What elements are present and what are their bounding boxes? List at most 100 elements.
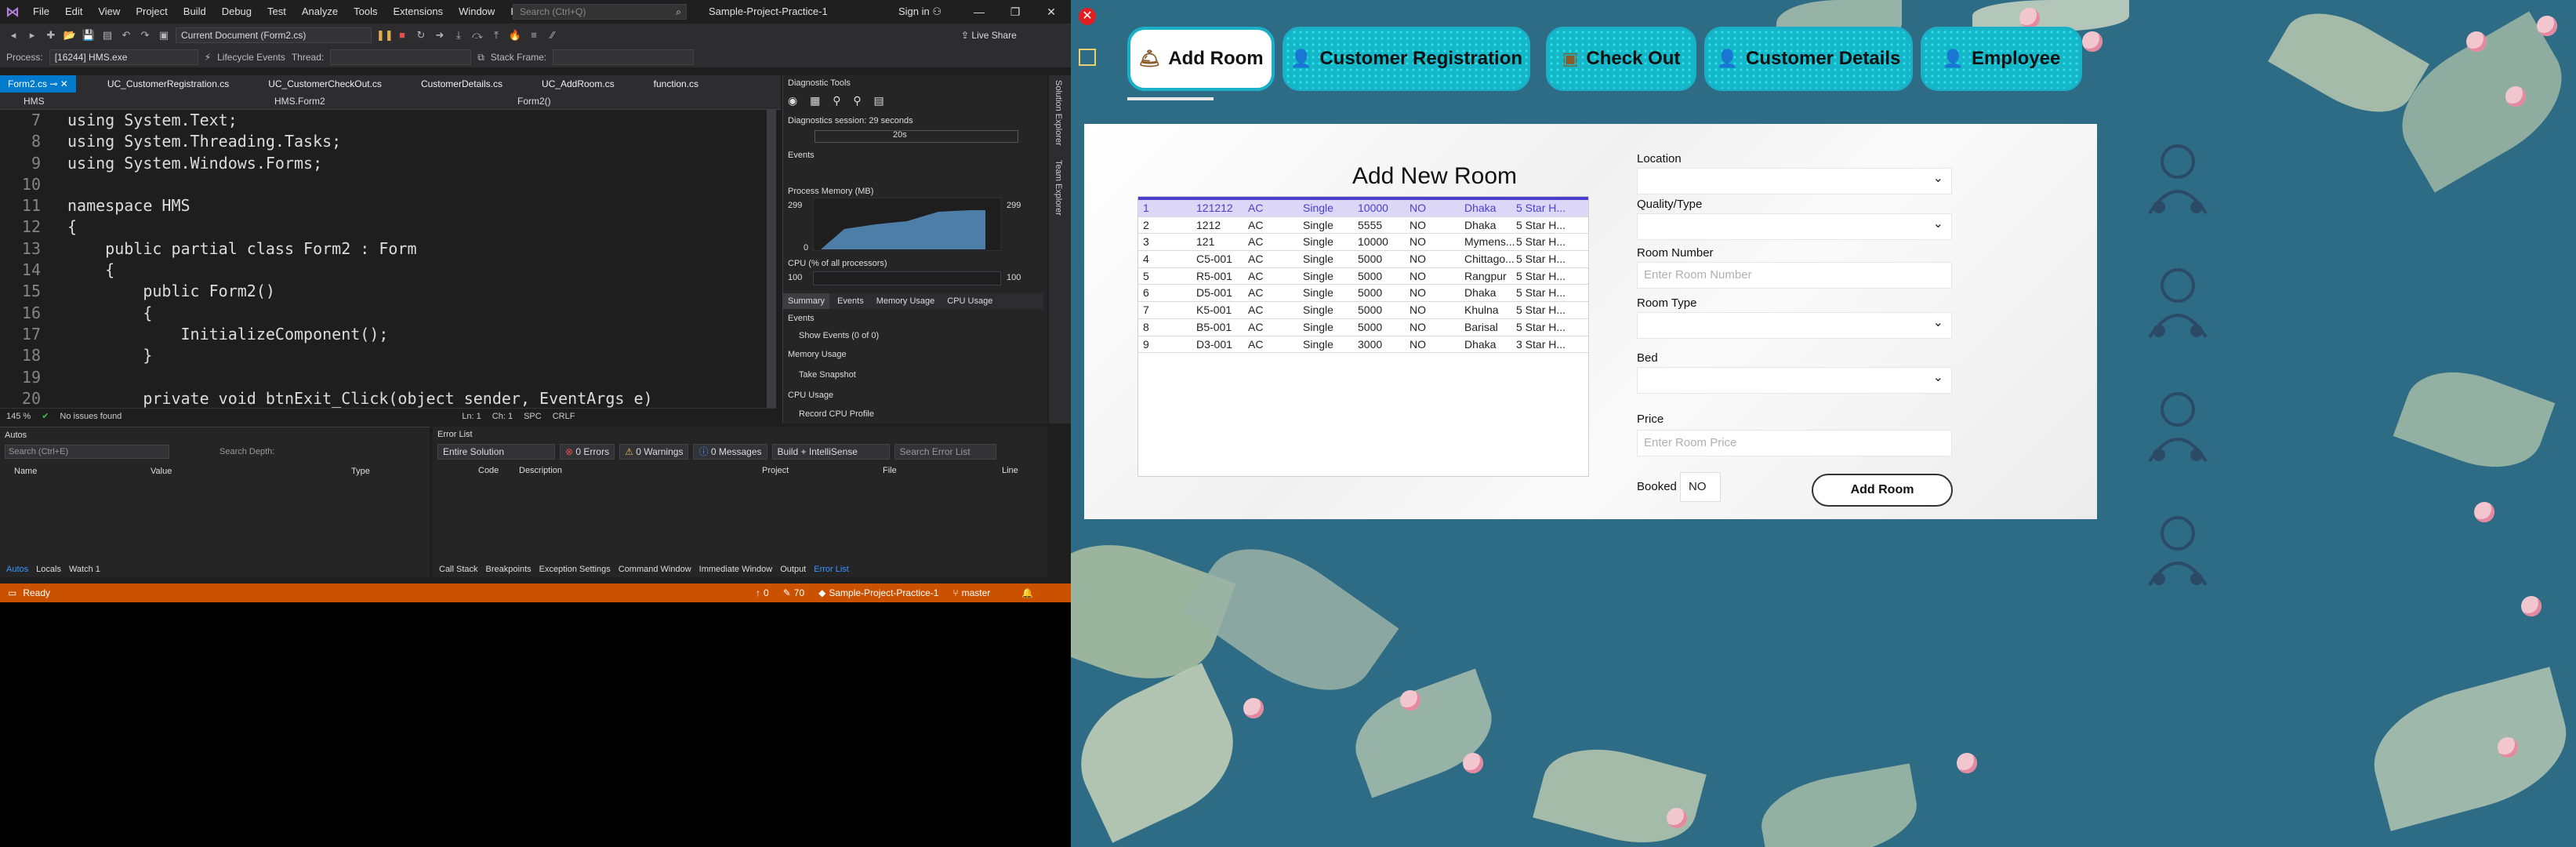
lifecycle-label[interactable]: Lifecycle Events [217, 52, 285, 63]
member-dropdown[interactable]: Form2() [494, 93, 745, 109]
price-input[interactable]: Enter Room Price [1637, 430, 1952, 456]
menu-project[interactable]: Project [128, 0, 175, 24]
arrow-up-icon[interactable]: ↑ [756, 587, 760, 598]
room-number-input[interactable]: Enter Room Number [1637, 262, 1952, 289]
menu-view[interactable]: View [90, 0, 128, 24]
close-icon[interactable]: ✕ [1033, 0, 1069, 24]
code-line[interactable]: 17 InitializeComponent(); [0, 324, 776, 345]
take-snapshot-button[interactable]: Take Snapshot [799, 370, 856, 380]
autos-search[interactable]: Search (Ctrl+E) [5, 445, 169, 459]
format-icon[interactable]: ≡ [527, 28, 541, 42]
team-explorer-tab[interactable]: Team Explorer [1054, 160, 1063, 216]
tab-watch1[interactable]: Watch 1 [69, 565, 100, 574]
code-line[interactable]: 7 using System.Text; [0, 110, 776, 131]
code-line[interactable]: 8 using System.Threading.Tasks; [0, 131, 776, 152]
step-out-icon[interactable]: ⤒ [489, 28, 503, 42]
room-type-dropdown[interactable] [1637, 312, 1952, 339]
zoom-level[interactable]: 145 % [6, 412, 31, 421]
rooms-grid[interactable]: 1 121212 AC Single 10000 NO Dhaka 5 Star H... 2 1… [1137, 196, 1589, 477]
tab-immediate-window[interactable]: Immediate Window [699, 565, 773, 574]
app-close-button[interactable]: ✕ [1079, 8, 1096, 25]
table-row[interactable]: 9 D3-001 AC Single 3000 NO Dhaka 3 Star H... [1138, 336, 1588, 354]
pause-icon[interactable]: ❚❚ [376, 28, 394, 42]
table-row[interactable]: 7 K5-001 AC Single 5000 NO Khulna 5 Star H... [1138, 302, 1588, 319]
tab-uc-customer-registration[interactable]: UC_CustomerRegistration.cs [76, 75, 237, 93]
project-dropdown[interactable]: HMS [0, 93, 251, 109]
code-line[interactable]: 15 public Form2() [0, 281, 776, 302]
tab-events[interactable]: Events [833, 293, 869, 309]
tab-uc-add-room[interactable]: UC_AddRoom.cs [510, 75, 622, 93]
menu-test[interactable]: Test [259, 0, 294, 24]
nav-check-out[interactable]: ▣ Check Out [1546, 27, 1696, 91]
code-line[interactable]: 19 [0, 367, 776, 388]
undo-icon[interactable]: ↶ [119, 28, 133, 42]
new-project-icon[interactable]: ✚ [44, 28, 58, 42]
solution-explorer-tab[interactable]: Solution Explorer [1054, 80, 1063, 146]
thread-dropdown[interactable] [330, 49, 472, 65]
menu-toggle-icon[interactable] [1079, 49, 1096, 66]
branch-icon[interactable]: ⑂ [952, 587, 958, 598]
nav-customer-details[interactable]: 👤 Customer Details [1704, 27, 1913, 91]
tab-error-list[interactable]: Error List [814, 565, 849, 574]
table-row[interactable]: 3 121 AC Single 10000 NO Mymens... 5 Star H... [1138, 234, 1588, 252]
editor-scrollbar[interactable] [767, 110, 776, 408]
table-row[interactable]: 5 R5-001 AC Single 5000 NO Rangpur 5 Star H... [1138, 268, 1588, 285]
stack-frame-icon[interactable]: ⧉ [477, 52, 484, 64]
add-room-button[interactable]: Add Room [1812, 474, 1953, 507]
step-into-icon[interactable]: ⤓ [452, 28, 466, 42]
tab-form2[interactable]: Form2.cs ⊸ ✕ [0, 75, 76, 93]
screenshot-icon[interactable]: ▣ [157, 28, 171, 42]
open-file-icon[interactable]: 📂 [63, 28, 77, 42]
minimize-icon[interactable]: — [961, 0, 997, 24]
warnings-filter[interactable]: ⚠ 0 Warnings [619, 444, 689, 460]
tab-locals[interactable]: Locals [36, 565, 61, 574]
menu-edit[interactable]: Edit [57, 0, 90, 24]
tab-command-window[interactable]: Command Window [619, 565, 691, 574]
tab-cpu-usage[interactable]: CPU Usage [942, 293, 997, 309]
process-dropdown[interactable]: [16244] HMS.exe [49, 49, 198, 65]
error-search[interactable]: Search Error List [894, 444, 996, 460]
menu-extensions[interactable]: Extensions [385, 0, 451, 24]
show-events-link[interactable]: Show Events (0 of 0) [799, 331, 879, 340]
spacing-indicator[interactable]: SPC [524, 412, 542, 421]
quality-dropdown[interactable] [1637, 213, 1952, 240]
back-icon[interactable]: ◂ [6, 28, 20, 42]
code-line[interactable]: 18 } [0, 345, 776, 366]
diag-timeline[interactable] [815, 130, 1018, 143]
code-line[interactable]: 9 using System.Windows.Forms; [0, 153, 776, 174]
bed-dropdown[interactable] [1637, 367, 1952, 394]
tab-breakpoints[interactable]: Breakpoints [486, 565, 532, 574]
menu-build[interactable]: Build [176, 0, 214, 24]
save-all-icon[interactable]: ▤ [100, 28, 114, 42]
show-next-icon[interactable]: ➜ [433, 28, 447, 42]
redo-icon[interactable]: ↷ [138, 28, 152, 42]
nav-customer-registration[interactable]: 👤 Customer Registration [1283, 27, 1530, 91]
notification-icon[interactable]: 🔔 [1021, 587, 1033, 598]
stop-icon[interactable]: ■ [395, 28, 409, 42]
code-line[interactable]: 14 { [0, 260, 776, 281]
code-line[interactable]: 16 { [0, 303, 776, 324]
live-share-button[interactable]: ⇪ Live Share [961, 24, 1017, 47]
nav-employee[interactable]: 👤 Employee [1921, 27, 2082, 91]
code-line[interactable]: 12 { [0, 216, 776, 238]
sign-in-link[interactable]: Sign in ⚇ [898, 0, 942, 24]
tab-function[interactable]: function.cs [622, 75, 706, 93]
restart-icon[interactable]: ↻ [414, 28, 428, 42]
errors-filter[interactable]: ⊗ 0 Errors [560, 444, 615, 460]
line-ending-indicator[interactable]: CRLF [553, 412, 575, 421]
messages-filter[interactable]: ⓘ 0 Messages [693, 444, 767, 460]
maximize-icon[interactable]: ❐ [997, 0, 1033, 24]
vs-search-box[interactable]: Search (Ctrl+Q) ⌕ [513, 4, 687, 20]
code-line[interactable]: 20 private void btnExit_Click(object sen… [0, 388, 776, 408]
location-dropdown[interactable] [1637, 168, 1952, 194]
table-row[interactable]: 1 121212 AC Single 10000 NO Dhaka 5 Star H... [1138, 200, 1588, 217]
menu-tools[interactable]: Tools [346, 0, 385, 24]
stack-frame-dropdown[interactable] [553, 49, 695, 65]
close-tab-icon[interactable]: ✕ [60, 78, 68, 89]
comment-icon[interactable]: ⁄⁄ [546, 28, 560, 42]
code-line[interactable]: 13 public partial class Form2 : Form [0, 238, 776, 260]
build-dropdown[interactable]: Build + IntelliSense [771, 444, 890, 460]
tab-autos[interactable]: Autos [6, 565, 28, 574]
tab-customer-details[interactable]: CustomerDetails.cs [390, 75, 510, 93]
menu-file[interactable]: File [25, 0, 57, 24]
